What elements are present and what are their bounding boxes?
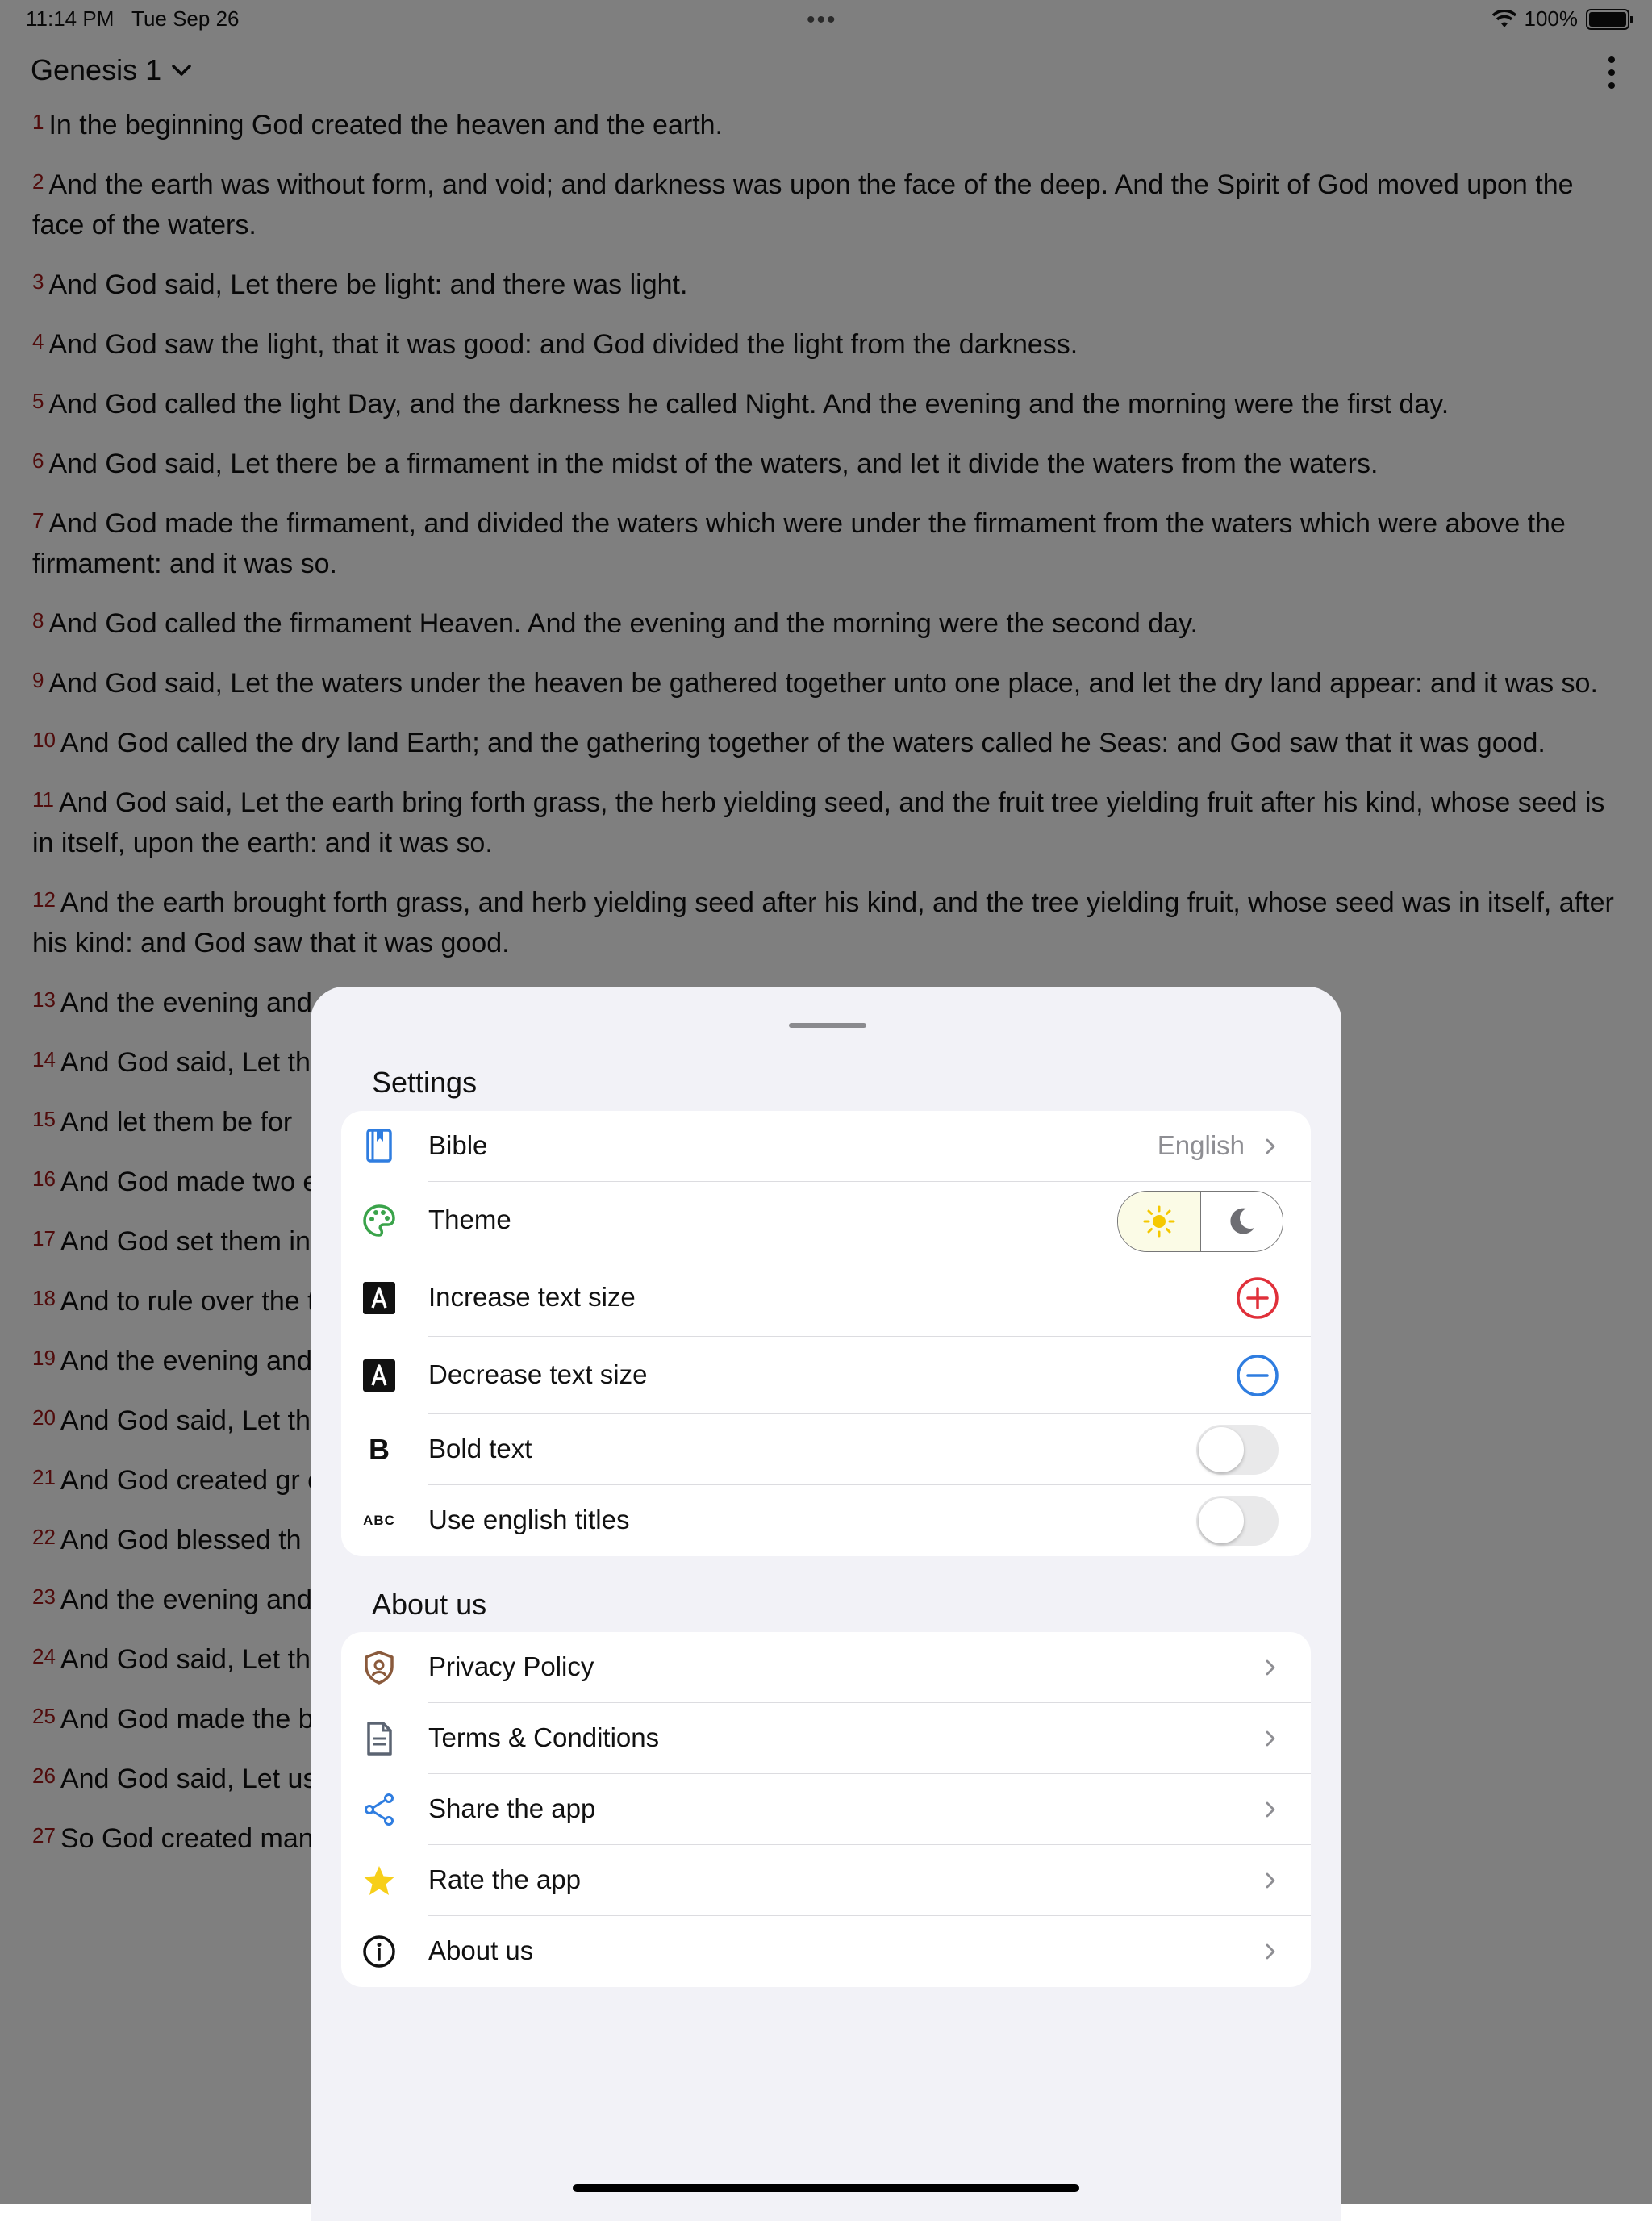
bold-icon: B	[369, 1433, 390, 1466]
dark-theme-button[interactable]	[1200, 1192, 1283, 1251]
chevron-right-icon	[1266, 1730, 1275, 1747]
theme-segmented-control	[1117, 1191, 1283, 1252]
about-item-label: Rate the app	[428, 1864, 581, 1894]
bible-label: Bible	[428, 1130, 488, 1160]
increase-text-label: Increase text size	[428, 1282, 636, 1312]
theme-label: Theme	[428, 1204, 511, 1234]
light-theme-button[interactable]	[1118, 1192, 1201, 1251]
chevron-right-icon	[1266, 1943, 1275, 1960]
bookmark-book-icon	[361, 1127, 398, 1164]
about-item-label: Terms & Conditions	[428, 1722, 660, 1752]
about-item-label: Share the app	[428, 1793, 596, 1823]
settings-card: Bible English Theme Increase text size D…	[341, 1111, 1311, 1556]
palette-icon	[361, 1202, 398, 1239]
minus-circle-icon[interactable]	[1235, 1353, 1280, 1398]
home-indicator	[573, 2184, 1079, 2192]
bible-value: English	[1157, 1130, 1245, 1160]
font-a-icon	[361, 1357, 398, 1394]
bible-row[interactable]: Bible English	[341, 1111, 1311, 1182]
increase-text-row[interactable]: Increase text size	[341, 1259, 1311, 1337]
english-titles-toggle[interactable]	[1196, 1496, 1279, 1546]
about-item-privacy-policy[interactable]: Privacy Policy	[341, 1632, 1311, 1703]
chevron-right-icon	[1266, 1872, 1275, 1889]
about-item-terms-conditions[interactable]: Terms & Conditions	[341, 1703, 1311, 1774]
sheet-grabber[interactable]	[789, 1023, 866, 1028]
font-a-icon	[361, 1280, 398, 1317]
decrease-text-row[interactable]: Decrease text size	[341, 1337, 1311, 1414]
abc-icon: ABC	[363, 1513, 395, 1528]
shield-icon	[361, 1649, 398, 1686]
bold-text-row: B Bold text	[341, 1414, 1311, 1485]
about-section-title: About us	[372, 1588, 487, 1621]
english-titles-label: Use english titles	[428, 1505, 630, 1534]
bold-text-label: Bold text	[428, 1434, 532, 1463]
decrease-text-label: Decrease text size	[428, 1359, 648, 1389]
chevron-right-icon	[1266, 1138, 1275, 1154]
about-item-about-us[interactable]: About us	[341, 1916, 1311, 1987]
chevron-right-icon	[1266, 1659, 1275, 1676]
about-item-share-the-app[interactable]: Share the app	[341, 1774, 1311, 1845]
theme-row: Theme	[341, 1182, 1311, 1259]
moon-icon	[1230, 1208, 1255, 1234]
info-icon	[361, 1933, 398, 1970]
settings-sheet: Settings Bible English Theme Increase te…	[311, 987, 1341, 2221]
plus-circle-icon[interactable]	[1235, 1275, 1280, 1321]
sun-icon	[1143, 1205, 1175, 1238]
star-icon	[361, 1862, 398, 1899]
about-item-label: Privacy Policy	[428, 1651, 594, 1681]
about-card: Privacy Policy Terms & Conditions Share th…	[341, 1632, 1311, 1987]
settings-section-title: Settings	[372, 1066, 478, 1099]
share-icon	[361, 1791, 398, 1828]
about-item-rate-the-app[interactable]: Rate the app	[341, 1845, 1311, 1916]
bold-text-toggle[interactable]	[1196, 1425, 1279, 1475]
english-titles-row: ABC Use english titles	[341, 1485, 1311, 1556]
about-item-label: About us	[428, 1935, 534, 1965]
document-icon	[361, 1720, 398, 1757]
chevron-right-icon	[1266, 1801, 1275, 1818]
